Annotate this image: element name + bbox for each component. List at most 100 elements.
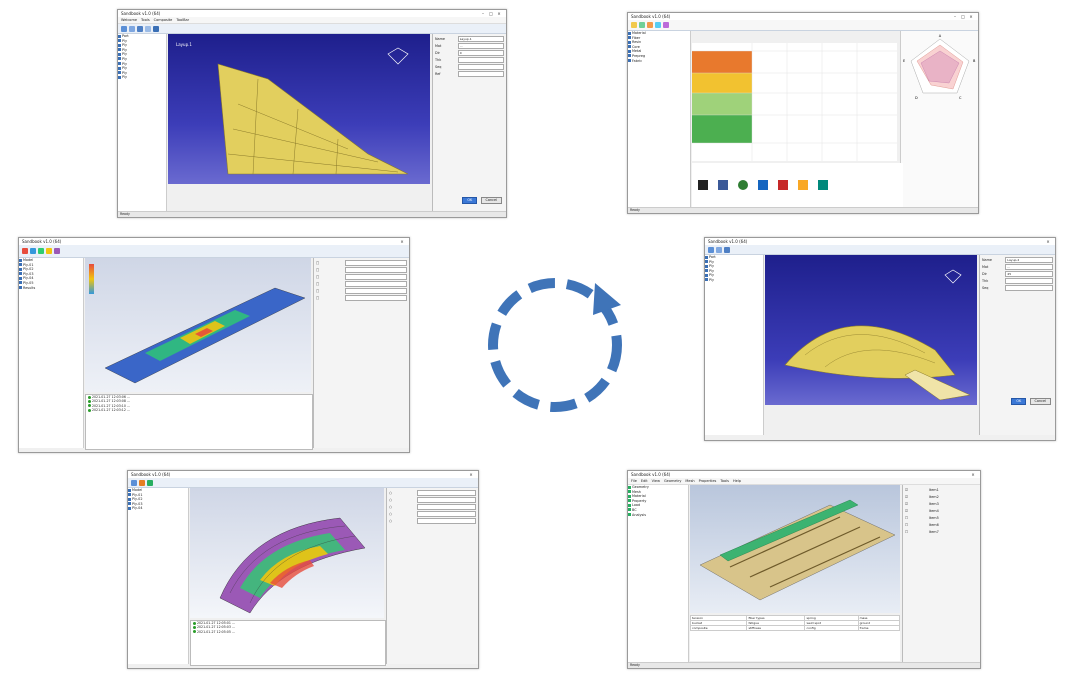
compass-icon[interactable] — [387, 47, 409, 65]
material-logo-icon[interactable] — [758, 180, 768, 190]
option-field[interactable] — [345, 267, 407, 273]
prop-value[interactable]: 0 — [457, 50, 504, 56]
tree-item[interactable]: Ply — [118, 75, 166, 80]
menu-item[interactable]: View — [652, 479, 660, 483]
check-item[interactable]: ☑ Item3 — [905, 501, 978, 507]
tree-item[interactable]: Fabric — [628, 59, 690, 64]
material-logo-icon[interactable] — [818, 180, 828, 190]
check-item[interactable]: ☐ Item7 — [905, 529, 978, 535]
radar-label: D — [915, 96, 918, 100]
3d-viewport[interactable] — [85, 258, 311, 392]
tree-item[interactable]: Analysis — [628, 513, 688, 518]
menu-item[interactable]: Mesh — [685, 479, 694, 483]
tool-icon[interactable] — [46, 248, 52, 254]
3d-viewport[interactable] — [190, 488, 384, 618]
close-icon[interactable]: × — [398, 239, 406, 244]
tool-icon[interactable] — [631, 22, 637, 28]
tree-item[interactable]: Results — [19, 286, 83, 291]
option-field[interactable] — [345, 274, 407, 280]
tool-icon[interactable] — [38, 248, 44, 254]
tool-icon[interactable] — [137, 25, 143, 32]
menu-item[interactable]: Geometry — [664, 479, 681, 483]
ok-button[interactable]: OK — [462, 197, 478, 204]
menu-item[interactable]: Composite — [154, 18, 173, 22]
3d-viewport[interactable]: Layup.1 — [168, 34, 430, 184]
close-icon[interactable]: × — [969, 472, 977, 477]
option-field[interactable] — [417, 497, 476, 503]
prop-value[interactable] — [1005, 285, 1053, 291]
close-icon[interactable]: × — [467, 472, 475, 477]
close-icon[interactable]: × — [967, 14, 975, 19]
check-item[interactable]: ☐ Item6 — [905, 522, 978, 528]
material-logo-icon[interactable] — [718, 180, 728, 190]
material-logo-icon[interactable] — [798, 180, 808, 190]
model-tree: Model Ply-01 Ply-02 Ply-03 Ply-04 Ply-05… — [19, 258, 84, 448]
maximize-icon[interactable]: □ — [959, 14, 967, 19]
option-field[interactable] — [345, 281, 407, 287]
prop-value[interactable]: Layup.2 — [1005, 257, 1053, 263]
tool-icon[interactable] — [30, 248, 36, 254]
menu-item[interactable]: File — [631, 479, 637, 483]
tool-icon[interactable] — [724, 246, 730, 253]
tool-icon[interactable] — [708, 246, 714, 253]
option-field[interactable] — [345, 295, 407, 301]
prop-value[interactable] — [457, 57, 504, 63]
prop-value[interactable]: 45 — [1005, 271, 1053, 277]
menu-item[interactable]: Edit — [641, 479, 648, 483]
check-item[interactable]: ☐ Item5 — [905, 515, 978, 521]
compass-icon[interactable] — [944, 269, 962, 284]
option-field[interactable] — [345, 260, 407, 266]
tool-icon[interactable] — [153, 25, 159, 32]
option-field[interactable] — [417, 490, 476, 496]
option-field[interactable] — [417, 504, 476, 510]
tool-icon[interactable] — [716, 246, 722, 253]
prop-value[interactable]: Layup.1 — [457, 36, 504, 42]
menu-item[interactable]: Help — [733, 479, 741, 483]
close-icon[interactable]: × — [495, 11, 503, 16]
tool-icon[interactable] — [655, 22, 661, 28]
check-item[interactable]: ☑ Item1 — [905, 487, 978, 493]
menu-item[interactable]: Tools — [141, 18, 150, 22]
tree-item[interactable]: Ply — [705, 278, 763, 283]
prop-value[interactable]: ... — [457, 43, 504, 49]
tool-icon[interactable] — [139, 479, 145, 486]
cancel-button[interactable]: Cancel — [1029, 398, 1051, 405]
tool-icon[interactable] — [663, 22, 669, 28]
tool-icon[interactable] — [147, 479, 153, 486]
tool-icon[interactable] — [131, 479, 137, 486]
tool-icon[interactable] — [639, 22, 645, 28]
menu-item[interactable]: Properties — [699, 479, 717, 483]
menu-item[interactable]: ToolBar — [176, 18, 189, 22]
option-field[interactable] — [417, 518, 476, 524]
tool-icon[interactable] — [121, 25, 127, 32]
menu-item[interactable]: Welcome — [121, 18, 137, 22]
tree-item[interactable]: Ply-04 — [128, 506, 188, 511]
maximize-icon[interactable]: □ — [487, 11, 495, 16]
close-icon[interactable]: × — [1044, 239, 1052, 244]
tool-icon[interactable] — [22, 248, 28, 254]
tool-icon[interactable] — [647, 22, 653, 28]
tool-icon[interactable] — [54, 248, 60, 254]
check-item[interactable]: ☑ Item2 — [905, 494, 978, 500]
option-field[interactable] — [345, 288, 407, 294]
material-logo-icon[interactable] — [778, 180, 788, 190]
material-logo-icon[interactable] — [738, 180, 748, 190]
prop-value[interactable] — [457, 64, 504, 70]
option-field[interactable] — [417, 511, 476, 517]
check-item[interactable]: ☑ Item4 — [905, 508, 978, 514]
tool-icon[interactable] — [129, 25, 135, 32]
cancel-button[interactable]: Cancel — [480, 197, 502, 204]
prop-label: Name — [982, 258, 993, 262]
prop-value[interactable] — [457, 71, 504, 77]
menu-item[interactable]: Tools — [720, 479, 729, 483]
material-logo-icon[interactable] — [698, 180, 708, 190]
prop-value[interactable]: ... — [1005, 264, 1053, 270]
3d-viewport[interactable] — [765, 255, 977, 405]
prop-value[interactable] — [1005, 278, 1053, 284]
minimize-icon[interactable]: – — [951, 14, 959, 19]
material-tree: Material Fiber Resin Core Metal Prepreg … — [628, 31, 691, 207]
minimize-icon[interactable]: – — [479, 11, 487, 16]
tool-icon[interactable] — [145, 25, 151, 32]
3d-viewport[interactable] — [690, 485, 900, 613]
ok-button[interactable]: OK — [1011, 398, 1027, 405]
